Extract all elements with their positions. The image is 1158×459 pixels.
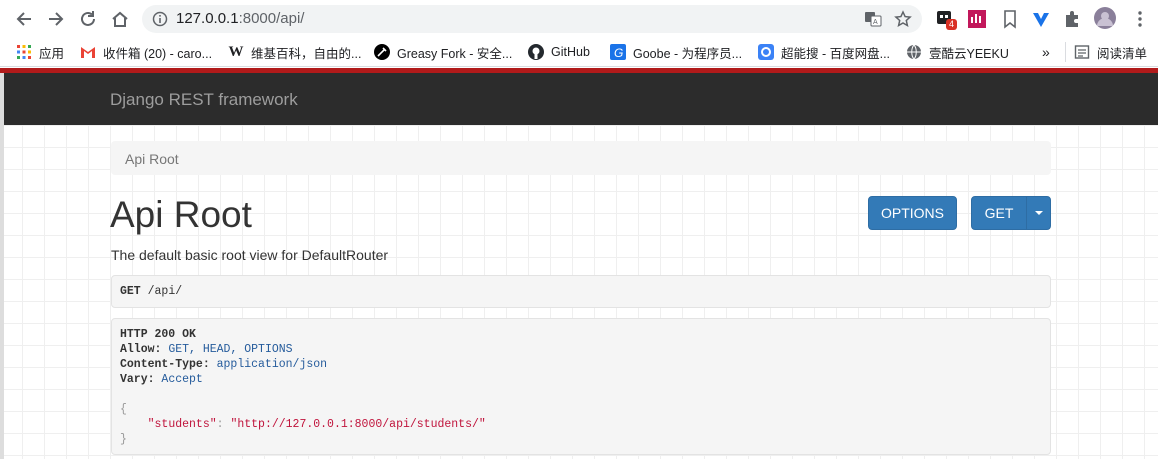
svg-text:A: A (873, 19, 878, 26)
header-key: Vary: (120, 373, 155, 386)
forward-icon[interactable] (43, 6, 69, 32)
request-info: GET /api/ (111, 275, 1051, 308)
music-extension-icon[interactable] (967, 9, 987, 29)
page-description: The default basic root view for DefaultR… (111, 247, 389, 263)
caret-down-icon (1034, 211, 1043, 215)
response-header-vary: Vary: Accept (120, 372, 1042, 387)
header-key: Allow: (120, 343, 162, 356)
greasyfork-icon (374, 44, 390, 60)
breadcrumb-item-api-root[interactable]: Api Root (125, 151, 179, 167)
bookmark-yeeku[interactable]: 壹酷云YEEKU (906, 43, 1009, 61)
apps-grid-icon (16, 44, 32, 60)
browser-menu-icon[interactable] (1130, 9, 1150, 29)
bookmark-github[interactable]: GitHub (528, 43, 590, 61)
response-header-allow: Allow: GET, HEAD, OPTIONS (120, 342, 1042, 357)
bookmark-label: GitHub (551, 45, 590, 59)
globe-icon (906, 44, 922, 60)
response-status-line: HTTP 200 OK (120, 327, 1042, 342)
options-button[interactable]: OPTIONS (868, 196, 957, 230)
search-engine-icon (758, 44, 774, 60)
bookmark-gmail[interactable]: 收件箱 (20) - caro... (80, 43, 212, 61)
json-open-brace: { (120, 403, 127, 416)
bookmark-apps[interactable]: 应用 (16, 43, 64, 61)
json-students-line: "students": "http://127.0.0.1:8000/api/s… (120, 417, 1042, 432)
bookmark-label: 维基百科，自由的... (251, 46, 362, 61)
get-format-dropdown[interactable] (1026, 196, 1051, 230)
bookmarks-divider (1065, 42, 1066, 62)
extensions-puzzle-icon[interactable] (1062, 9, 1082, 29)
reading-list[interactable]: 阅读清单 (1074, 43, 1147, 61)
url-host: 127.0.0.1 (176, 10, 239, 27)
svg-text:G: G (614, 46, 623, 60)
url-text[interactable]: 127.0.0.1:8000/api/ (176, 11, 304, 27)
response-spacer (120, 387, 1042, 402)
page-title: Api Root (110, 194, 252, 235)
profile-avatar[interactable] (1094, 7, 1116, 29)
bookmark-label: 收件箱 (20) - caro... (103, 46, 213, 61)
json-students-link[interactable]: "http://127.0.0.1:8000/api/students/" (230, 418, 485, 431)
bookmarks-bar: 应用 收件箱 (20) - caro... W 维基百科，自由的... Grea… (0, 37, 1158, 67)
bookmarks-overflow-label: » (1042, 44, 1050, 60)
reading-list-label: 阅读清单 (1097, 46, 1148, 61)
wikipedia-icon: W (228, 43, 244, 60)
response-info: HTTP 200 OK Allow: GET, HEAD, OPTIONS Co… (111, 318, 1051, 455)
back-icon[interactable] (11, 6, 37, 32)
breadcrumb: Api Root (111, 141, 1051, 175)
json-close: } (120, 432, 1042, 447)
gmail-icon (80, 44, 96, 60)
request-method: GET (120, 285, 141, 298)
navbar-brand[interactable]: Django REST framework (110, 90, 298, 110)
vpn-extension-icon[interactable] (1031, 9, 1051, 29)
json-separator: : (216, 418, 231, 431)
request-path: /api/ (147, 285, 183, 298)
reading-list-icon (1074, 44, 1090, 60)
json-open: { (120, 402, 1042, 417)
response-status: HTTP 200 OK (120, 328, 196, 341)
bookmark-star-icon[interactable] (894, 10, 912, 28)
bookmark-label: 超能搜 - 百度网盘... (781, 46, 891, 61)
goobe-icon: G (610, 44, 626, 60)
site-info-icon[interactable] (152, 11, 168, 27)
extension-badge-count: 4 (946, 19, 958, 30)
bookmarks-overflow[interactable]: » (1042, 43, 1050, 61)
left-edge (0, 73, 4, 459)
get-button[interactable]: GET (971, 196, 1027, 230)
reload-icon[interactable] (75, 6, 101, 32)
github-icon (528, 44, 544, 60)
drf-navbar: Django REST framework (0, 73, 1158, 125)
home-icon[interactable] (107, 6, 133, 32)
bookmark-goobe[interactable]: G Goobe - 为程序员... (610, 43, 742, 61)
extension-badge-icon[interactable]: 4 (936, 9, 958, 30)
header-value: application/json (216, 358, 328, 371)
bookmark-label: Greasy Fork - 安全... (397, 46, 513, 61)
header-key: Content-Type: (120, 358, 210, 371)
bookmark-label: 壹酷云YEEKU (929, 46, 1009, 61)
json-close-brace: } (120, 433, 127, 446)
bookmark-label: 应用 (39, 46, 65, 61)
bookmark-label: Goobe - 为程序员... (633, 46, 743, 61)
response-header-content-type: Content-Type: application/json (120, 357, 1042, 372)
bookmark-greasyfork[interactable]: Greasy Fork - 安全... (374, 43, 512, 61)
browser-toolbar: 127.0.0.1:8000/api/ A 4 (0, 0, 1158, 37)
header-value: GET, HEAD, OPTIONS (168, 343, 293, 356)
address-bar[interactable]: 127.0.0.1:8000/api/ A (142, 5, 922, 33)
bookmark-superesearch[interactable]: 超能搜 - 百度网盘... (758, 43, 890, 61)
translate-icon[interactable]: A (864, 10, 882, 28)
header-value: Accept (161, 373, 203, 386)
url-path: :8000/api/ (238, 10, 305, 27)
reading-bookmark-icon[interactable] (1000, 9, 1020, 29)
bookmark-wikipedia[interactable]: W 维基百科，自由的... (228, 43, 362, 61)
json-key-students: "students" (147, 418, 217, 431)
